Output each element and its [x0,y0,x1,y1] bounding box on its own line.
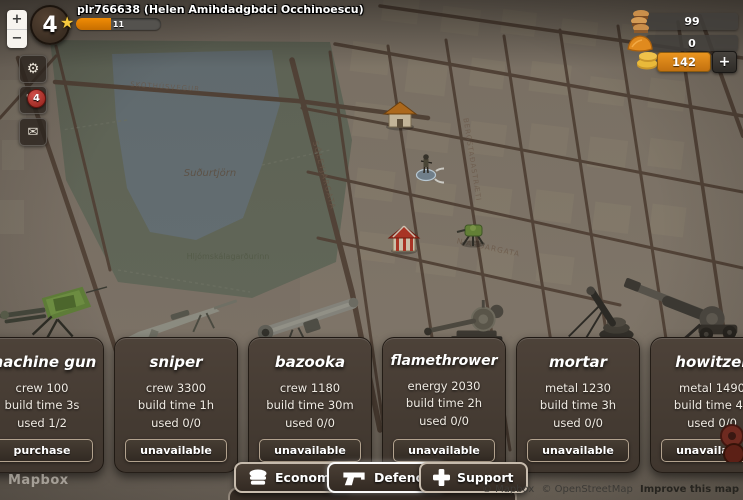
unit-card-flamethrower[interactable]: flamethrower energy 2030build time 2huse… [382,337,506,473]
xp-value: 11 [76,18,161,30]
purchase-button[interactable]: purchase [0,439,93,462]
unit-stats: metal 1230build time 3hused 0/0 [517,380,639,432]
gear-icon: ⚙ [27,61,40,77]
map-zoom-control: + − [7,10,27,48]
food-resource: 99 [646,13,738,30]
unit-name: machine gun [0,353,103,371]
zoom-in-button[interactable]: + [7,10,27,30]
unit-name: bazooka [249,353,371,371]
park-label: Hljómskálagarðurinn [187,251,270,261]
player-name: plr766638 (Helen Amihdadgbdci Occhinoesc… [77,3,364,16]
unavailable-button[interactable]: unavailable [527,439,629,462]
gold-value: 142 [672,55,696,69]
gold-resource: 142 [657,52,711,72]
tab-label: Support [457,470,514,485]
unit-name: sniper [115,353,237,371]
unit-stats: crew 3300build time 1hused 0/0 [115,380,237,432]
unavailable-button[interactable]: unavailable [125,439,227,462]
xp-progress-bar: 11 [76,18,161,30]
improve-map-link[interactable]: Improve this map [640,484,739,495]
economy-burger-icon [248,469,268,486]
unit-name: mortar [517,353,639,371]
unit-card-mortar[interactable]: mortar metal 1230build time 3hused 0/0 u… [516,337,640,473]
food-value: 99 [684,15,699,28]
mail-icon: ✉ [28,125,39,140]
notification-badge: 4 [27,89,46,108]
unit-card-bazooka[interactable]: bazooka crew 1180build time 30mused 0/0 … [248,337,372,473]
unit-name: howitzer [651,353,743,371]
osm-attribution-link[interactable]: © OpenStreetMap [541,484,632,495]
gold-coins-icon [635,49,661,75]
unit-card-machine-gun[interactable]: machine gun crew 100build time 3sused 1/… [0,337,104,473]
game-screen: Suðurtjörn Hljómskálagarðurinn SÓLEYJARG… [0,0,743,500]
supply-building-marker[interactable] [386,223,422,259]
support-plus-icon [433,469,450,486]
unit-stats: energy 2030build time 2hused 0/0 [383,378,505,430]
soldier-unit-marker[interactable] [408,148,444,188]
unit-stats: crew 1180build time 30mused 0/0 [249,380,371,432]
messages-button[interactable]: ✉ [19,118,47,146]
unit-name: flamethrower [383,353,505,369]
selection-ring [417,170,436,181]
mapbox-logo[interactable]: Mapbox [8,473,69,488]
unavailable-button[interactable]: unavailable [393,439,495,462]
defence-pistol-icon [341,469,367,486]
howitzer-wheel-decoration [716,424,743,466]
map-attribution: © Mapbox © OpenStreetMap Improve this ma… [478,484,739,495]
deployed-machine-gun-marker[interactable] [456,218,490,252]
unit-stats: crew 100build time 3sused 1/2 [0,380,103,432]
hq-building-marker[interactable] [381,101,419,135]
unit-card-sniper[interactable]: sniper crew 3300build time 1hused 0/0 un… [114,337,238,473]
unavailable-button[interactable]: unavailable [259,439,361,462]
settings-button[interactable]: ⚙ [19,55,47,83]
supplies-value: 0 [688,37,696,50]
zoom-out-button[interactable]: − [7,30,27,49]
add-gold-button[interactable]: + [712,51,737,73]
star-icon: ★ [60,13,74,32]
mapbox-attribution-link[interactable]: © Mapbox [482,484,534,495]
lake-label: Suðurtjörn [184,168,237,179]
